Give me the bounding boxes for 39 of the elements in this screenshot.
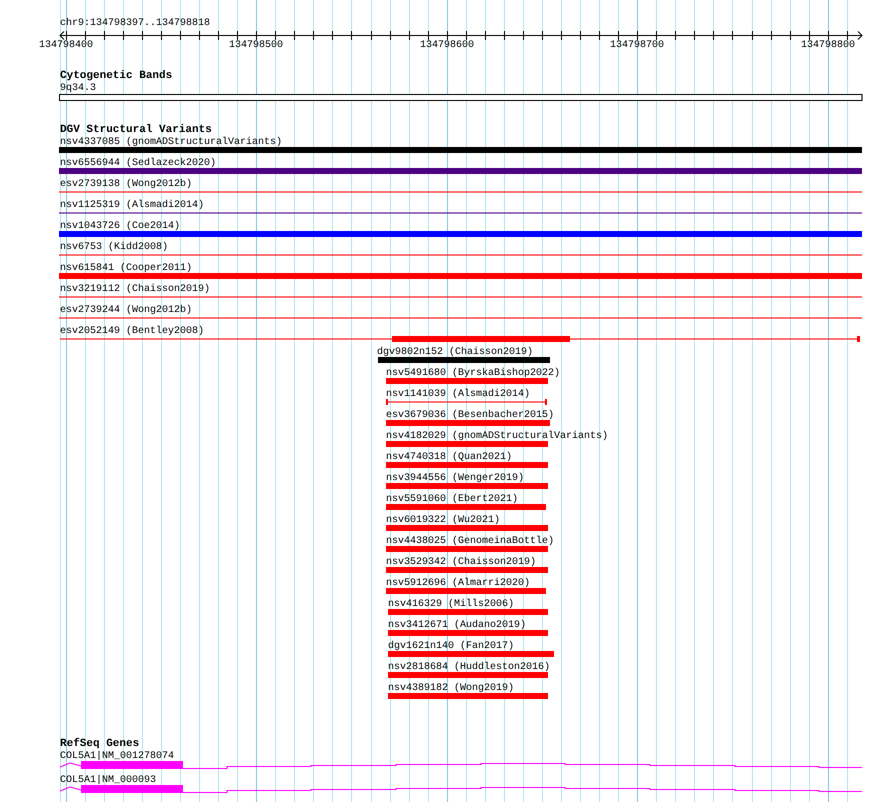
variant-label: nsv4740318 (Quan2021) [386,452,512,463]
variant-label: nsv1043726 (Coe2014) [60,221,180,232]
variant-label: nsv5591060 (Ebert2021) [386,494,518,505]
tick-label: 134798400 [39,40,93,51]
variant-label: dgv1621n140 (Fan2017) [388,641,514,652]
band-label: 9q34.3 [60,83,96,94]
variant-label: nsv6019322 (Wu2021) [386,515,500,526]
variant-label: nsv5912696 (Almarri2020) [386,578,530,589]
variant-label: esv2739138 (Wong2012b) [60,179,192,190]
variant-label: nsv1141039 (Alsmadi2014) [386,389,530,400]
variant-label: esv2052149 (Bentley2008) [60,326,204,337]
track-title: Cytogenetic Bands [60,70,172,82]
variant-label: nsv615841 (Cooper2011) [60,263,192,274]
location-label: chr9:134798397..134798818 [60,18,210,29]
variant-label: dgv9802n152 (Chaisson2019) [377,347,534,358]
variant-label: nsv6753 (Kidd2008) [60,242,168,253]
tick-label: 134798800 [801,40,855,51]
gene-label: COL5A1|NM_000093 [60,775,156,786]
tick-label: 134798700 [610,40,664,51]
variant-label: nsv3412671 (Audano2019) [388,620,526,631]
variant-label: nsv5491680 (ByrskaBishop2022) [386,368,560,379]
variant-label: nsv2818684 (Huddleston2016) [388,662,550,673]
variant-label: nsv4438025 (GenomeinaBottle) [386,536,554,547]
variant-label: esv2739244 (Wong2012b) [60,305,192,316]
variant-label: nsv1125319 (Alsmadi2014) [60,200,204,211]
variant-label: nsv3219112 (Chaisson2019) [60,284,210,295]
variant-label: nsv6556944 (Sedlazeck2020) [60,158,216,169]
variant-label: nsv3944556 (Wenger2019) [386,473,524,484]
variant-label: esv3679036 (Besenbacher2015) [386,410,554,421]
variant-label: nsv4337085 (gnomADStructuralVariants) [60,137,282,148]
variant-label: nsv4389182 (Wong2019) [388,683,514,694]
track-title: RefSeq Genes [60,738,140,750]
track-title: DGV Structural Variants [60,124,212,136]
tick-label: 134798500 [229,40,283,51]
variant-label: nsv4182029 (gnomADStructuralVariants) [386,431,608,442]
tick-label: 134798600 [420,40,474,51]
gene-label: COL5A1|NM_001278074 [60,751,174,762]
variant-label: nsv3529342 (Chaisson2019) [386,557,536,568]
variant-label: nsv416329 (Mills2006) [388,599,514,610]
